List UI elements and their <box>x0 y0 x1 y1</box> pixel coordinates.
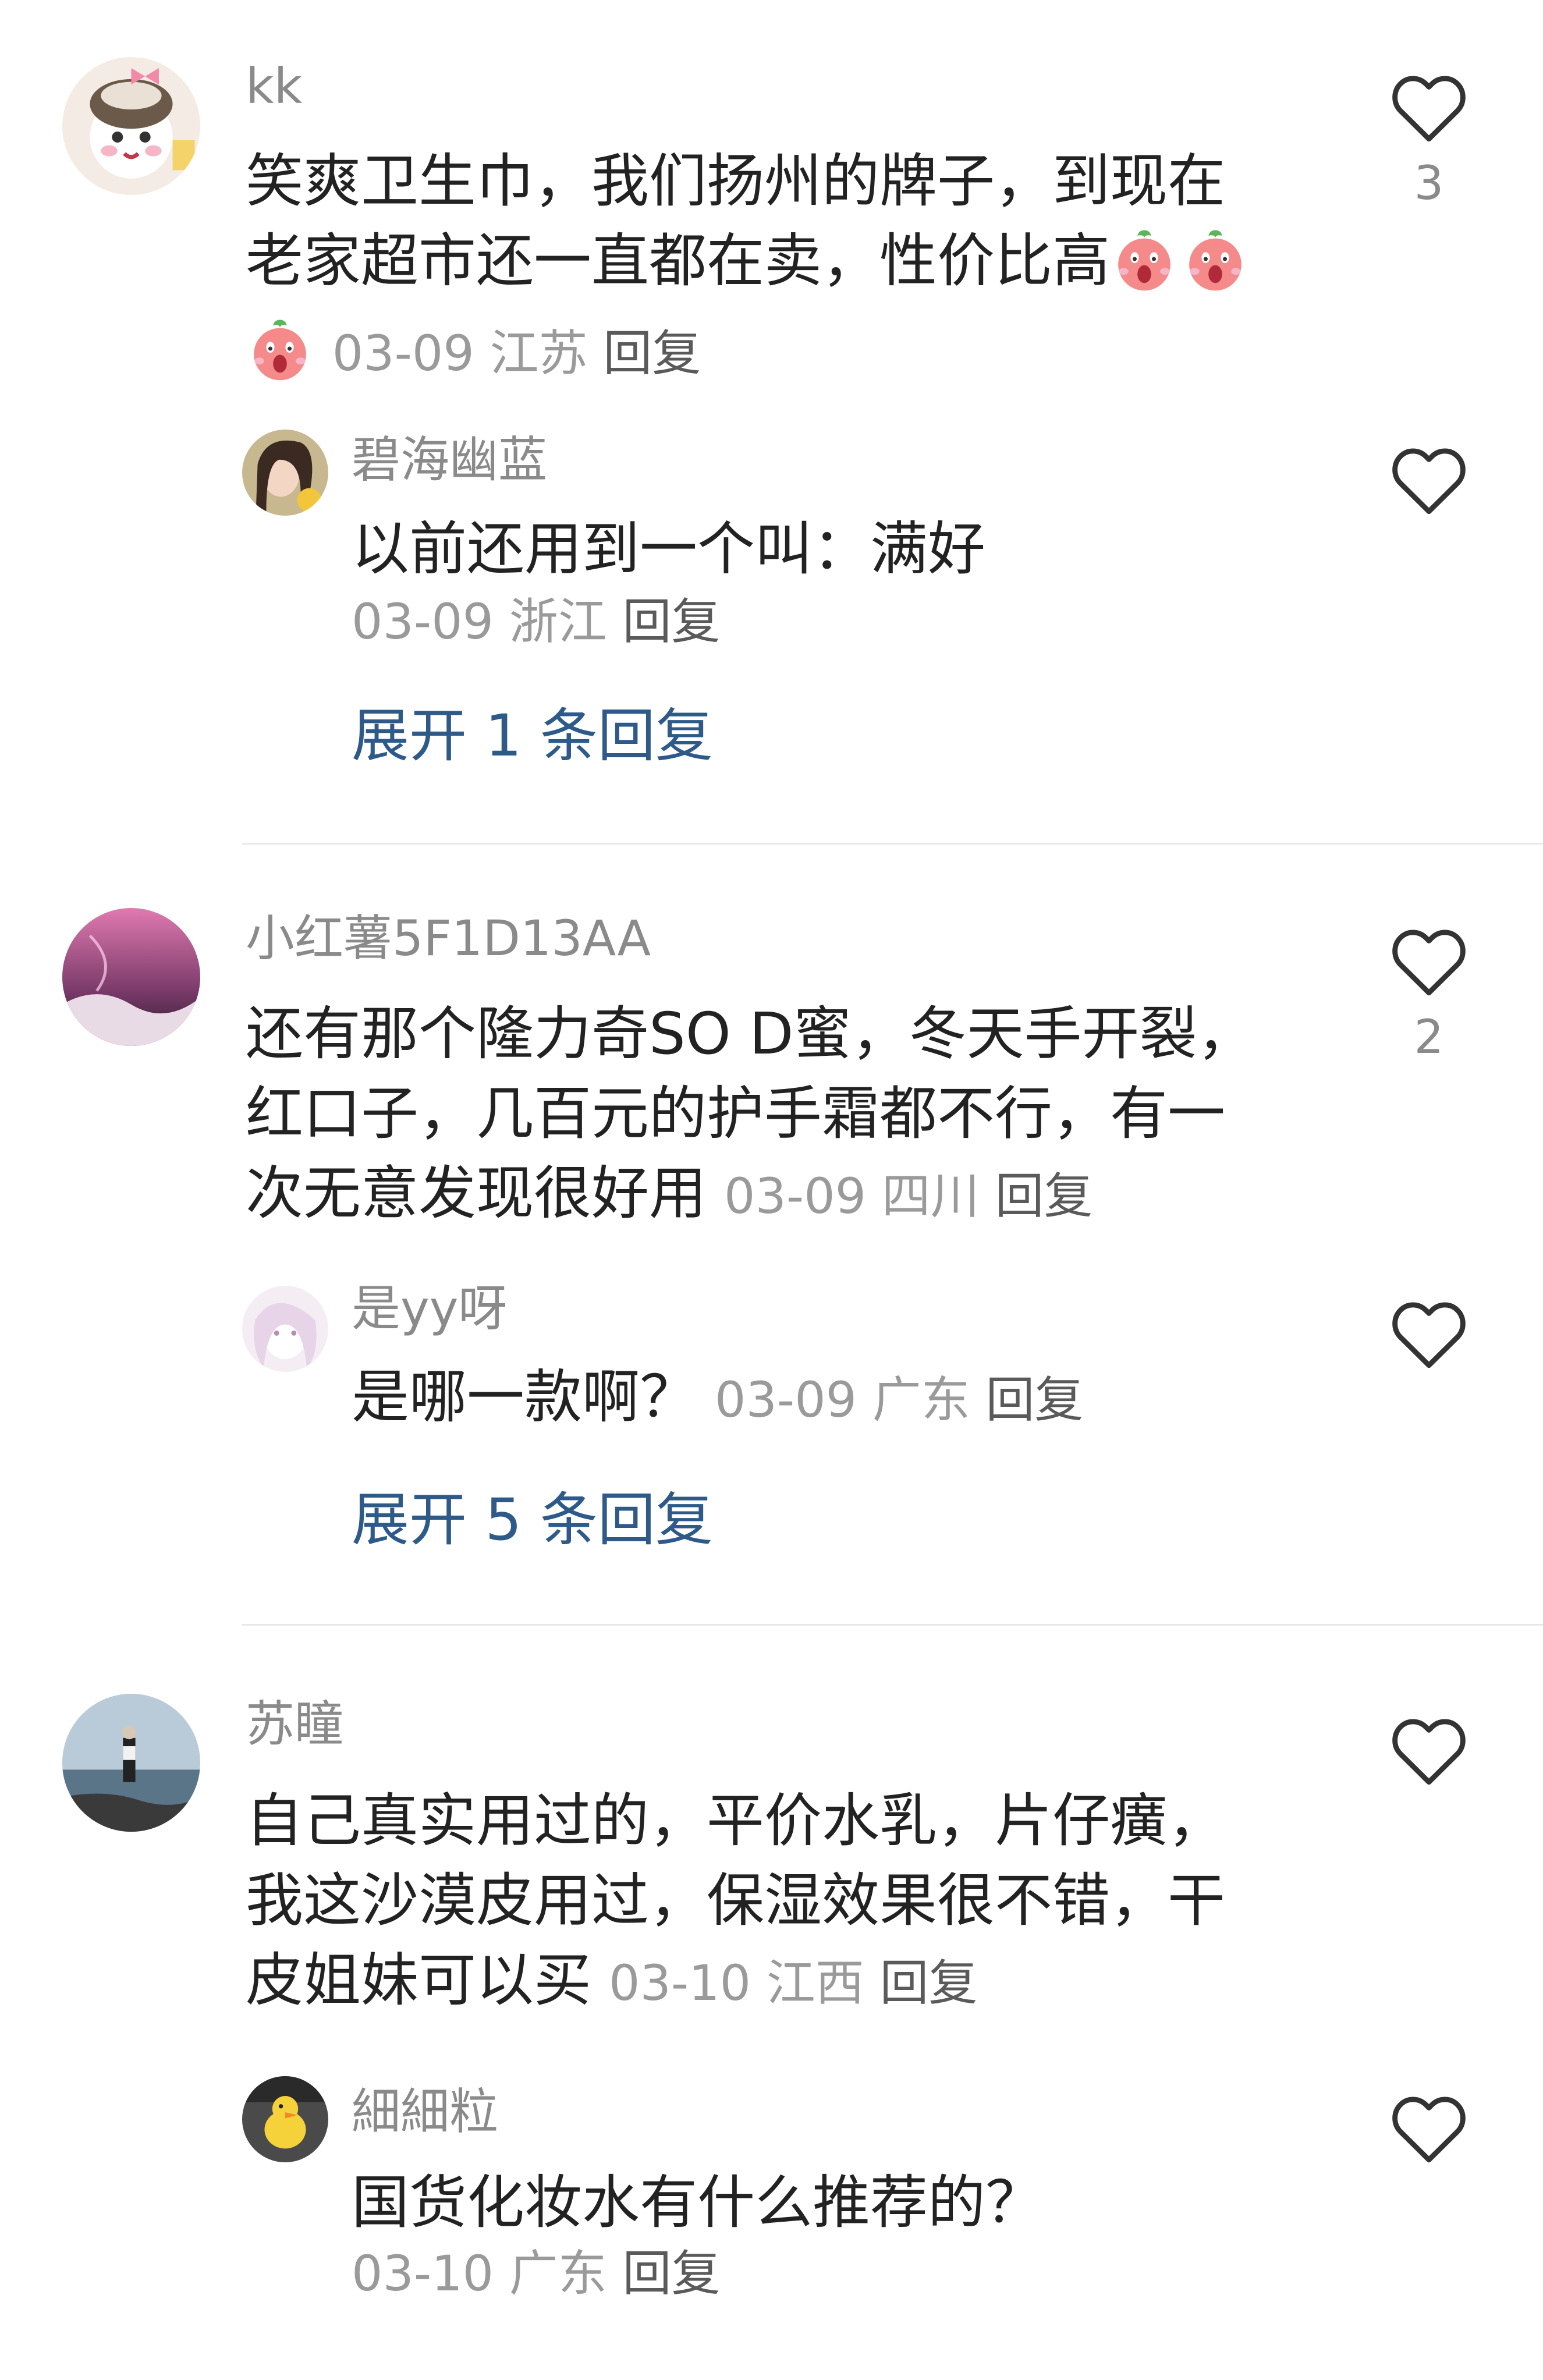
avatar[interactable] <box>62 908 200 1046</box>
reply-meta: 03-10 广东 回复 <box>352 2244 721 2303</box>
heart-outline-icon <box>1392 1302 1466 1368</box>
like-count: 2 <box>1414 1010 1444 1064</box>
heart-outline-icon <box>1392 2097 1466 2163</box>
comment-text-line: 红口子，几百元的护手霜都不行，有一 <box>246 1080 1225 1147</box>
comment-text-line: 老家超市还一直都在卖，性价比高 <box>246 221 1252 301</box>
reply-button[interactable]: 回复 <box>880 1955 978 2012</box>
comment-username[interactable]: 苏瞳 <box>246 1695 343 1753</box>
comment-region: 江苏 <box>489 325 588 382</box>
comment-text-line: 还有那个隆力奇SO D蜜，冬天手开裂， <box>246 1001 1255 1067</box>
comment-date: 03-09 <box>724 1168 867 1225</box>
comment-meta: 03-09 江苏 回复 <box>246 314 701 383</box>
reply-avatar[interactable] <box>242 430 328 516</box>
comment-text-line: 笑爽卫生巾，我们扬州的牌子，到现在 <box>246 148 1225 215</box>
comment-text-line: 我这沙漠皮用过，保湿效果很不错，干 <box>246 1867 1225 1934</box>
comment-text-line: 次无意发现很好用 03-09 四川 回复 <box>246 1160 1093 1227</box>
reply-meta: 03-09 浙江 回复 <box>352 593 721 651</box>
reply-region: 广东 <box>509 2245 607 2302</box>
like-count: 3 <box>1414 156 1444 210</box>
heart-outline-icon <box>1392 930 1466 996</box>
comment-date: 03-09 <box>332 325 474 382</box>
comment-region: 江西 <box>766 1955 864 2012</box>
heart-outline-icon <box>1392 76 1466 142</box>
reply-button[interactable]: 回复 <box>623 2245 721 2302</box>
avatar[interactable] <box>62 57 200 195</box>
comment-text: 还有那个隆力奇SO D蜜，冬天手开裂， 红口子，几百元的护手霜都不行，有一 次无… <box>246 994 1254 1236</box>
reply-button[interactable]: 回复 <box>623 593 721 650</box>
divider <box>242 843 1543 845</box>
comment-date: 03-10 <box>609 1955 751 2012</box>
comment-username[interactable]: 小红薯5F1D13AA <box>246 909 651 967</box>
peach-scream-emoji-icon <box>1181 225 1250 293</box>
reply-button[interactable]: 回复 <box>986 1371 1084 1428</box>
reply-username[interactable]: 是yy呀 <box>352 1279 507 1338</box>
peach-scream-emoji-icon <box>1110 225 1179 293</box>
reply-text: 以前还用到一个叫：满好 <box>352 516 985 583</box>
reply-button[interactable]: 回复 <box>995 1168 1093 1225</box>
expand-replies-link[interactable]: 展开 1 条回复 <box>352 701 713 771</box>
like-button[interactable]: 2 <box>1390 927 1468 1066</box>
comment-username[interactable]: kk <box>246 57 302 115</box>
reply-date: 03-09 <box>715 1371 857 1428</box>
avatar[interactable] <box>62 1694 200 1832</box>
reply-avatar[interactable] <box>242 2076 328 2162</box>
like-button[interactable]: 3 <box>1390 73 1468 212</box>
reply-date: 03-09 <box>352 593 494 650</box>
heart-outline-icon <box>1392 448 1466 515</box>
reply-region: 浙江 <box>509 593 607 650</box>
like-button[interactable] <box>1390 445 1468 516</box>
reply-date: 03-10 <box>352 2245 494 2302</box>
comment-region: 四川 <box>881 1168 980 1225</box>
comment-text: 笑爽卫生巾，我们扬州的牌子，到现在 老家超市还一直都在卖，性价比高 <box>246 141 1252 301</box>
reply-avatar[interactable] <box>242 1286 328 1372</box>
expand-replies-link[interactable]: 展开 5 条回复 <box>352 1485 713 1555</box>
comment-meta: 03-10 江西 回复 <box>609 1955 978 2012</box>
divider <box>242 1624 1543 1626</box>
like-button[interactable] <box>1390 1716 1468 1787</box>
reply-button[interactable]: 回复 <box>603 325 701 382</box>
comment-text: 自己真实用过的，平价水乳，片仔癀， 我这沙漠皮用过，保湿效果很不错，干 皮姐妹可… <box>246 1781 1225 2023</box>
comment-text-line: 皮姐妹可以买 03-10 江西 回复 <box>246 1947 978 2014</box>
reply-text: 是哪一款啊？ 03-09 广东 回复 <box>352 1364 1084 1431</box>
reply-meta: 03-09 广东 回复 <box>715 1371 1084 1428</box>
reply-username[interactable]: 碧海幽蓝 <box>352 431 547 489</box>
like-button[interactable] <box>1390 2094 1468 2165</box>
heart-outline-icon <box>1392 1719 1466 1785</box>
like-button[interactable] <box>1390 1299 1468 1370</box>
peach-scream-emoji-icon <box>246 314 314 383</box>
comment-meta: 03-09 四川 回复 <box>724 1168 1093 1225</box>
reply-region: 广东 <box>872 1371 970 1428</box>
reply-text: 国货化妆水有什么推荐的？ <box>352 2169 1043 2236</box>
comment-text-line: 自己真实用过的，平价水乳，片仔癀， <box>246 1787 1225 1854</box>
reply-username[interactable]: 細細粒 <box>352 2083 498 2141</box>
